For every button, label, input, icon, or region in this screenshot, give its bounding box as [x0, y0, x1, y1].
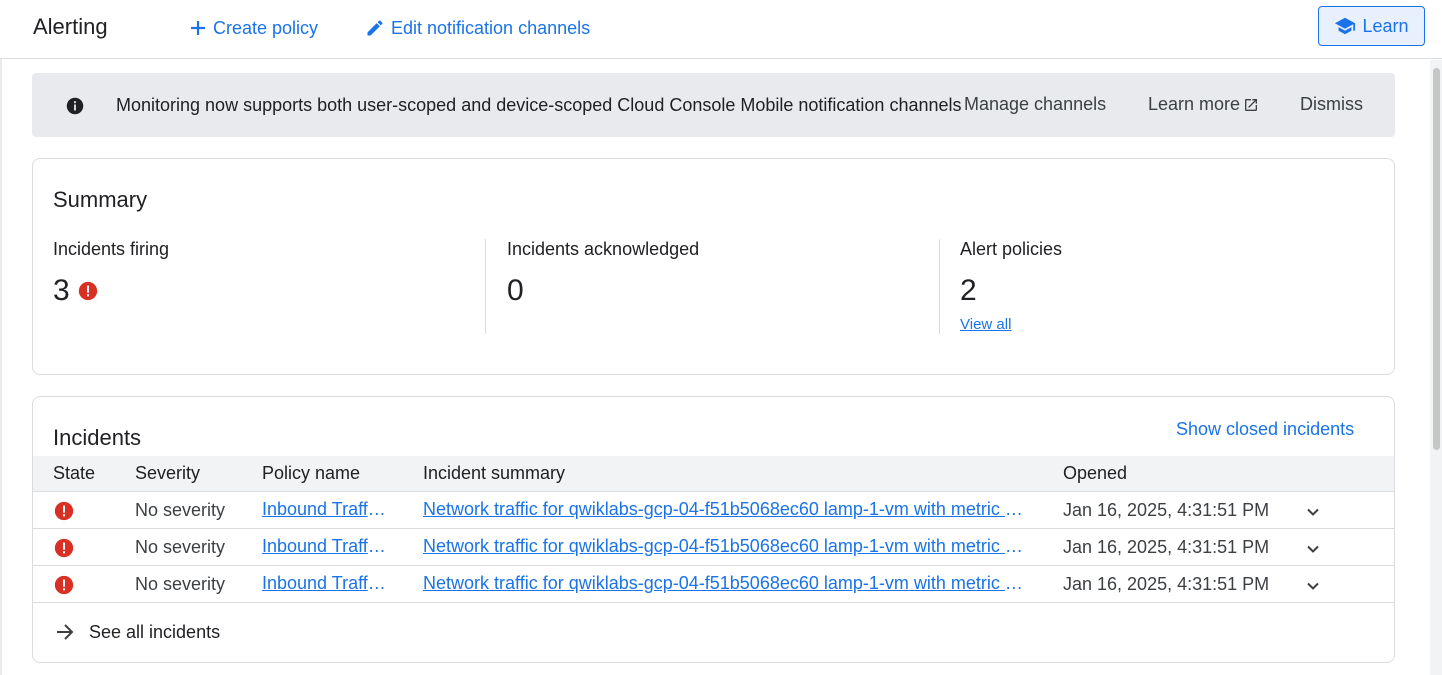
column-header-policy-name[interactable]: Policy name — [262, 463, 360, 484]
chevron-down-icon[interactable] — [1303, 576, 1323, 596]
incidents-acknowledged-label: Incidents acknowledged — [507, 239, 700, 259]
dismiss-button[interactable]: Dismiss — [1300, 94, 1363, 115]
plus-icon — [191, 21, 205, 35]
open-in-new-icon — [1245, 98, 1258, 111]
learn-label: Learn — [1362, 15, 1409, 36]
show-closed-incidents-button[interactable]: Show closed incidents — [1176, 419, 1354, 440]
school-icon — [1335, 17, 1356, 35]
table-row[interactable]: No severity Inbound Traffi… Network traf… — [33, 529, 1394, 566]
summary-divider — [939, 239, 940, 334]
incident-summary-link[interactable]: Network traffic for qwiklabs-gcp-04-f51b… — [423, 536, 1025, 557]
info-icon — [66, 97, 84, 115]
severity-cell: No severity — [135, 537, 226, 557]
column-header-incident-summary[interactable]: Incident summary — [423, 463, 565, 484]
opened-cell: Jan 16, 2025, 4:31:51 PM — [1063, 500, 1270, 520]
summary-divider — [485, 239, 486, 334]
policy-name-link[interactable]: Inbound Traffi… — [262, 536, 386, 557]
alert-policies-value: 2 — [960, 274, 977, 307]
incident-summary-link[interactable]: Network traffic for qwiklabs-gcp-04-f51b… — [423, 499, 1025, 520]
incidents-acknowledged-stat: Incidents acknowledged 0 — [507, 239, 699, 335]
incidents-title: Incidents — [53, 425, 142, 450]
policy-name-link[interactable]: Inbound Traffi… — [262, 573, 386, 594]
info-banner: Monitoring now supports both user-scoped… — [32, 73, 1395, 137]
opened-cell: Jan 16, 2025, 4:31:51 PM — [1063, 537, 1270, 557]
see-all-incidents-label: See all incidents — [89, 621, 221, 642]
policy-name-link[interactable]: Inbound Traffi… — [262, 499, 386, 520]
error-icon — [78, 281, 97, 301]
error-icon — [54, 501, 74, 521]
banner-message: Monitoring now supports both user-scoped… — [116, 95, 962, 115]
left-edge-line — [0, 0, 2, 675]
chevron-down-icon[interactable] — [1303, 539, 1323, 559]
manage-channels-button[interactable]: Manage channels — [964, 94, 1106, 115]
scrollbar-thumb[interactable] — [1433, 68, 1440, 450]
pencil-icon — [367, 20, 383, 36]
column-header-state[interactable]: State — [53, 463, 95, 484]
see-all-incidents-link[interactable]: See all incidents — [53, 620, 220, 644]
severity-cell: No severity — [135, 574, 226, 594]
view-all-link[interactable]: View all — [960, 316, 1011, 333]
alert-policies-label: Alert policies — [960, 239, 1063, 259]
create-policy-label: Create policy — [213, 17, 319, 38]
page-title: Alerting — [33, 14, 108, 39]
column-header-severity[interactable]: Severity — [135, 463, 200, 484]
chevron-down-icon[interactable] — [1303, 502, 1323, 522]
edit-notification-channels-button[interactable]: Edit notification channels — [365, 15, 590, 41]
incidents-firing-label: Incidents firing — [53, 239, 170, 259]
arrow-forward-icon — [57, 624, 74, 640]
incidents-acknowledged-value: 0 — [507, 274, 524, 307]
summary-title: Summary — [53, 187, 148, 212]
alert-policies-stat: Alert policies 2 View all — [960, 239, 1062, 335]
top-bar: Alerting Create policy Edit notification… — [0, 0, 1442, 59]
incidents-card: Incidents Show closed incidents State Se… — [32, 396, 1395, 663]
table-row[interactable]: No severity Inbound Traffi… Network traf… — [33, 492, 1394, 529]
learn-more-link[interactable]: Learn more — [1148, 94, 1259, 115]
incident-summary-link[interactable]: Network traffic for qwiklabs-gcp-04-f51b… — [423, 573, 1025, 594]
column-header-opened[interactable]: Opened — [1063, 463, 1127, 484]
edit-notification-channels-label: Edit notification channels — [391, 17, 591, 38]
error-icon — [54, 538, 74, 558]
incidents-firing-value-row: 3 — [53, 274, 169, 308]
incidents-firing-stat: Incidents firing 3 — [53, 239, 169, 335]
error-icon — [54, 575, 74, 595]
summary-card: Summary Incidents firing 3 Incidents ack… — [32, 158, 1395, 375]
learn-more-label: Learn more — [1148, 94, 1241, 114]
severity-cell: No severity — [135, 500, 226, 520]
create-policy-button[interactable]: Create policy — [189, 15, 318, 41]
learn-button[interactable]: Learn — [1318, 6, 1425, 46]
incidents-firing-value: 3 — [53, 274, 70, 307]
incidents-table: State Severity Policy name Incident summ… — [33, 456, 1394, 603]
table-row[interactable]: No severity Inbound Traffi… Network traf… — [33, 566, 1394, 603]
opened-cell: Jan 16, 2025, 4:31:51 PM — [1063, 574, 1270, 594]
table-header: State Severity Policy name Incident summ… — [33, 456, 1394, 492]
